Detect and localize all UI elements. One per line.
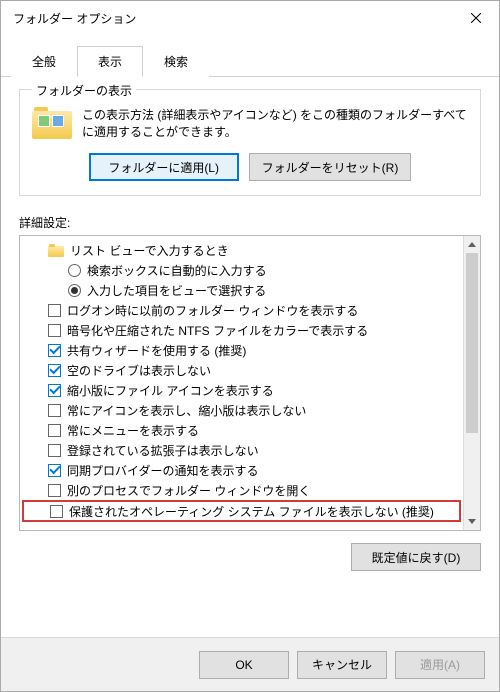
folder-icon bbox=[32, 107, 72, 141]
cancel-button[interactable]: キャンセル bbox=[297, 651, 387, 679]
folder-view-description: この表示方法 (詳細表示やアイコンなど) をこの種類のフォルダーすべてに適用する… bbox=[82, 107, 468, 141]
tab-general[interactable]: 全般 bbox=[11, 46, 77, 77]
tab-search[interactable]: 検索 bbox=[143, 46, 209, 77]
chevron-up-icon bbox=[468, 242, 476, 247]
checkbox-icon[interactable] bbox=[48, 344, 61, 357]
tree-item-label: ログオン時に以前のフォルダー ウィンドウを表示する bbox=[67, 302, 358, 319]
checkbox-icon[interactable] bbox=[48, 444, 61, 457]
tab-view[interactable]: 表示 bbox=[77, 46, 143, 77]
tree-item-label: 共有ウィザードを使用する (推奨) bbox=[67, 342, 246, 359]
chevron-down-icon bbox=[468, 519, 476, 524]
folder-icon bbox=[48, 244, 64, 257]
advanced-settings-label: 詳細設定: bbox=[19, 214, 481, 231]
tree-item-2[interactable]: 入力した項目をビューで選択する bbox=[20, 280, 463, 300]
checkbox-icon[interactable] bbox=[48, 484, 61, 497]
tree-item-6[interactable]: 空のドライブは表示しない bbox=[20, 360, 463, 380]
scroll-thumb[interactable] bbox=[466, 253, 478, 433]
checkbox-icon[interactable] bbox=[48, 424, 61, 437]
checkbox-icon[interactable] bbox=[48, 304, 61, 317]
window-title: フォルダー オプション bbox=[13, 10, 136, 27]
tree-item-9[interactable]: 常にメニューを表示する bbox=[20, 420, 463, 440]
scroll-down-button[interactable] bbox=[464, 513, 480, 530]
ok-button[interactable]: OK bbox=[199, 651, 289, 679]
tree-item-label: 縮小版にファイル アイコンを表示する bbox=[67, 382, 274, 399]
close-button[interactable] bbox=[453, 1, 499, 35]
tree-item-1[interactable]: 検索ボックスに自動的に入力する bbox=[20, 260, 463, 280]
checkbox-icon[interactable] bbox=[48, 404, 61, 417]
apply-button[interactable]: 適用(A) bbox=[395, 651, 485, 679]
scroll-track[interactable] bbox=[464, 253, 480, 513]
apply-to-folders-button[interactable]: フォルダーに適用(L) bbox=[89, 153, 239, 181]
tree-item-3[interactable]: ログオン時に以前のフォルダー ウィンドウを表示する bbox=[20, 300, 463, 320]
tab-strip: 全般 表示 検索 bbox=[1, 35, 499, 77]
checkbox-icon[interactable] bbox=[48, 324, 61, 337]
tree-item-4[interactable]: 暗号化や圧縮された NTFS ファイルをカラーで表示する bbox=[20, 320, 463, 340]
tree-item-5[interactable]: 共有ウィザードを使用する (推奨) bbox=[20, 340, 463, 360]
advanced-settings-list[interactable]: リスト ビューで入力するとき検索ボックスに自動的に入力する入力した項目をビューで… bbox=[20, 236, 463, 530]
tree-item-10[interactable]: 登録されている拡張子は表示しない bbox=[20, 440, 463, 460]
tree-item-label: 常にアイコンを表示し、縮小版は表示しない bbox=[67, 402, 306, 419]
advanced-settings-tree: リスト ビューで入力するとき検索ボックスに自動的に入力する入力した項目をビューで… bbox=[19, 235, 481, 531]
folder-view-group-title: フォルダーの表示 bbox=[32, 82, 136, 99]
tree-item-13[interactable]: 保護されたオペレーティング システム ファイルを表示しない (推奨) bbox=[22, 500, 461, 522]
tree-item-label: 保護されたオペレーティング システム ファイルを表示しない (推奨) bbox=[69, 503, 434, 520]
checkbox-icon[interactable] bbox=[48, 464, 61, 477]
tree-item-label: 別のプロセスでフォルダー ウィンドウを開く bbox=[67, 482, 310, 499]
tree-item-7[interactable]: 縮小版にファイル アイコンを表示する bbox=[20, 380, 463, 400]
tree-item-11[interactable]: 同期プロバイダーの通知を表示する bbox=[20, 460, 463, 480]
scrollbar[interactable] bbox=[463, 236, 480, 530]
reset-folders-button[interactable]: フォルダーをリセット(R) bbox=[249, 153, 412, 181]
radio-icon[interactable] bbox=[68, 264, 81, 277]
tree-item-12[interactable]: 別のプロセスでフォルダー ウィンドウを開く bbox=[20, 480, 463, 500]
checkbox-icon[interactable] bbox=[48, 364, 61, 377]
tree-item-label: 暗号化や圧縮された NTFS ファイルをカラーで表示する bbox=[67, 322, 368, 339]
folder-view-group: フォルダーの表示 この表示方法 (詳細表示やアイコンなど) をこの種類のフォルダ… bbox=[19, 89, 481, 196]
folder-options-dialog: フォルダー オプション 全般 表示 検索 フォルダーの表示 この表示方法 (詳細… bbox=[0, 0, 500, 692]
tree-item-0: リスト ビューで入力するとき bbox=[20, 240, 463, 260]
tree-item-label: 検索ボックスに自動的に入力する bbox=[87, 262, 267, 279]
checkbox-icon[interactable] bbox=[50, 505, 63, 518]
tab-body: フォルダーの表示 この表示方法 (詳細表示やアイコンなど) をこの種類のフォルダ… bbox=[1, 77, 499, 637]
restore-defaults-button[interactable]: 既定値に戻す(D) bbox=[351, 543, 481, 571]
close-icon bbox=[471, 13, 481, 23]
dialog-footer: OK キャンセル 適用(A) bbox=[1, 637, 499, 691]
tree-item-label: リスト ビューで入力するとき bbox=[70, 242, 229, 259]
tree-item-label: 同期プロバイダーの通知を表示する bbox=[67, 462, 259, 479]
tree-item-8[interactable]: 常にアイコンを表示し、縮小版は表示しない bbox=[20, 400, 463, 420]
scroll-up-button[interactable] bbox=[464, 236, 480, 253]
tree-item-label: 入力した項目をビューで選択する bbox=[87, 282, 266, 299]
checkbox-icon[interactable] bbox=[48, 384, 61, 397]
titlebar: フォルダー オプション bbox=[1, 1, 499, 35]
tree-item-label: 常にメニューを表示する bbox=[67, 422, 199, 439]
tree-item-label: 空のドライブは表示しない bbox=[67, 362, 211, 379]
radio-icon[interactable] bbox=[68, 284, 81, 297]
tree-item-label: 登録されている拡張子は表示しない bbox=[67, 442, 259, 459]
